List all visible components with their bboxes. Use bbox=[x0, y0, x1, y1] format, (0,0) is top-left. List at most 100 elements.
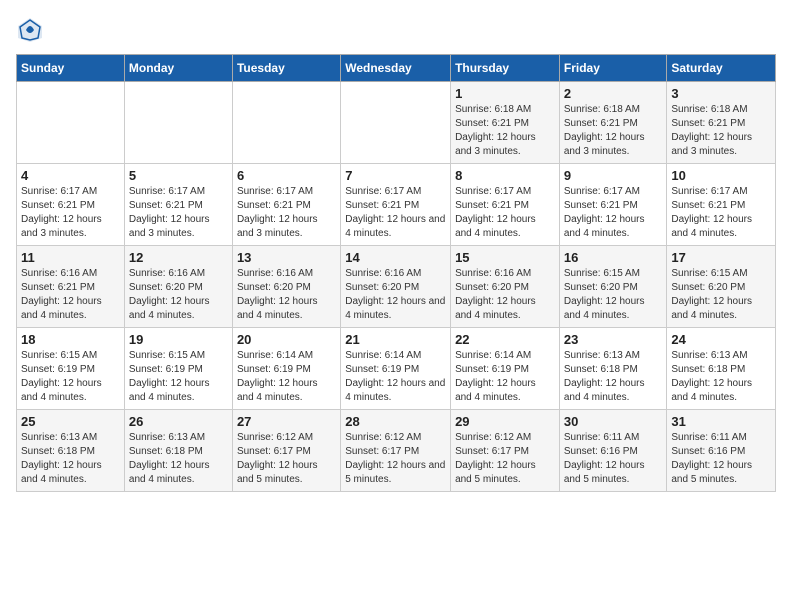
calendar-cell: 15 Sunrise: 6:16 AMSunset: 6:20 PMDayligh… bbox=[451, 246, 560, 328]
day-number: 11 bbox=[21, 250, 120, 265]
day-number: 24 bbox=[671, 332, 771, 347]
day-info: Sunrise: 6:14 AMSunset: 6:19 PMDaylight:… bbox=[237, 349, 336, 405]
day-info: Sunrise: 6:13 AMSunset: 6:18 PMDaylight:… bbox=[671, 349, 771, 405]
day-number: 7 bbox=[345, 168, 446, 183]
calendar-table: SundayMondayTuesdayWednesdayThursdayFrid… bbox=[16, 54, 776, 492]
calendar-cell: 3 Sunrise: 6:18 AMSunset: 6:21 PMDaylight… bbox=[667, 82, 776, 164]
weekday-header-tuesday: Tuesday bbox=[232, 55, 340, 82]
day-number: 27 bbox=[237, 414, 336, 429]
day-number: 20 bbox=[237, 332, 336, 347]
calendar-week-row: 11 Sunrise: 6:16 AMSunset: 6:21 PMDayligh… bbox=[17, 246, 776, 328]
day-info: Sunrise: 6:17 AMSunset: 6:21 PMDaylight:… bbox=[237, 185, 336, 241]
weekday-header-monday: Monday bbox=[124, 55, 232, 82]
calendar-cell bbox=[124, 82, 232, 164]
logo-icon bbox=[16, 16, 44, 44]
day-info: Sunrise: 6:13 AMSunset: 6:18 PMDaylight:… bbox=[564, 349, 663, 405]
day-info: Sunrise: 6:18 AMSunset: 6:21 PMDaylight:… bbox=[671, 103, 771, 159]
day-number: 30 bbox=[564, 414, 663, 429]
calendar-cell: 13 Sunrise: 6:16 AMSunset: 6:20 PMDayligh… bbox=[232, 246, 340, 328]
calendar-cell: 18Sunrise: 6:15 AMSunset: 6:19 PMDayligh… bbox=[17, 328, 125, 410]
day-info: Sunrise: 6:14 AMSunset: 6:19 PMDaylight:… bbox=[345, 349, 446, 405]
day-info: Sunrise: 6:14 AMSunset: 6:19 PMDaylight:… bbox=[455, 349, 555, 405]
day-number: 10 bbox=[671, 168, 771, 183]
day-number: 28 bbox=[345, 414, 446, 429]
day-number: 4 bbox=[21, 168, 120, 183]
day-info: Sunrise: 6:16 AMSunset: 6:20 PMDaylight:… bbox=[455, 267, 555, 323]
day-info: Sunrise: 6:15 AMSunset: 6:20 PMDaylight:… bbox=[671, 267, 771, 323]
day-info: Sunrise: 6:16 AMSunset: 6:20 PMDaylight:… bbox=[129, 267, 228, 323]
day-info: Sunrise: 6:17 AMSunset: 6:21 PMDaylight:… bbox=[345, 185, 446, 241]
day-info: Sunrise: 6:18 AMSunset: 6:21 PMDaylight:… bbox=[564, 103, 663, 159]
calendar-cell: 8 Sunrise: 6:17 AMSunset: 6:21 PMDaylight… bbox=[451, 164, 560, 246]
day-info: Sunrise: 6:17 AMSunset: 6:21 PMDaylight:… bbox=[21, 185, 120, 241]
calendar-cell: 14Sunrise: 6:16 AMSunset: 6:20 PMDayligh… bbox=[341, 246, 451, 328]
day-number: 26 bbox=[129, 414, 228, 429]
weekday-header-friday: Friday bbox=[559, 55, 667, 82]
weekday-header-sunday: Sunday bbox=[17, 55, 125, 82]
day-info: Sunrise: 6:11 AMSunset: 6:16 PMDaylight:… bbox=[564, 431, 663, 487]
day-info: Sunrise: 6:12 AMSunset: 6:17 PMDaylight:… bbox=[237, 431, 336, 487]
day-number: 22 bbox=[455, 332, 555, 347]
day-number: 6 bbox=[237, 168, 336, 183]
day-number: 31 bbox=[671, 414, 771, 429]
calendar-cell: 7 Sunrise: 6:17 AMSunset: 6:21 PMDaylight… bbox=[341, 164, 451, 246]
day-info: Sunrise: 6:12 AMSunset: 6:17 PMDaylight:… bbox=[345, 431, 446, 487]
calendar-week-row: 18Sunrise: 6:15 AMSunset: 6:19 PMDayligh… bbox=[17, 328, 776, 410]
day-info: Sunrise: 6:11 AMSunset: 6:16 PMDaylight:… bbox=[671, 431, 771, 487]
calendar-cell: 12 Sunrise: 6:16 AMSunset: 6:20 PMDayligh… bbox=[124, 246, 232, 328]
logo bbox=[16, 16, 48, 44]
day-number: 13 bbox=[237, 250, 336, 265]
day-info: Sunrise: 6:16 AMSunset: 6:21 PMDaylight:… bbox=[21, 267, 120, 323]
calendar-cell: 24 Sunrise: 6:13 AMSunset: 6:18 PMDayligh… bbox=[667, 328, 776, 410]
day-info: Sunrise: 6:17 AMSunset: 6:21 PMDaylight:… bbox=[129, 185, 228, 241]
day-info: Sunrise: 6:15 AMSunset: 6:19 PMDaylight:… bbox=[129, 349, 228, 405]
calendar-cell: 23 Sunrise: 6:13 AMSunset: 6:18 PMDayligh… bbox=[559, 328, 667, 410]
calendar-cell: 28 Sunrise: 6:12 AMSunset: 6:17 PMDayligh… bbox=[341, 410, 451, 492]
calendar-cell: 22 Sunrise: 6:14 AMSunset: 6:19 PMDayligh… bbox=[451, 328, 560, 410]
day-number: 1 bbox=[455, 86, 555, 101]
weekday-header-wednesday: Wednesday bbox=[341, 55, 451, 82]
calendar-cell: 26 Sunrise: 6:13 AMSunset: 6:18 PMDayligh… bbox=[124, 410, 232, 492]
calendar-cell bbox=[232, 82, 340, 164]
day-info: Sunrise: 6:16 AMSunset: 6:20 PMDaylight:… bbox=[237, 267, 336, 323]
calendar-week-row: 4 Sunrise: 6:17 AMSunset: 6:21 PMDaylight… bbox=[17, 164, 776, 246]
day-info: Sunrise: 6:17 AMSunset: 6:21 PMDaylight:… bbox=[671, 185, 771, 241]
day-number: 2 bbox=[564, 86, 663, 101]
calendar-cell: 11 Sunrise: 6:16 AMSunset: 6:21 PMDayligh… bbox=[17, 246, 125, 328]
calendar-cell bbox=[341, 82, 451, 164]
day-number: 17 bbox=[671, 250, 771, 265]
day-info: Sunrise: 6:15 AMSunset: 6:19 PMDaylight:… bbox=[21, 349, 120, 405]
day-number: 5 bbox=[129, 168, 228, 183]
day-number: 29 bbox=[455, 414, 555, 429]
day-number: 12 bbox=[129, 250, 228, 265]
calendar-cell: 10 Sunrise: 6:17 AMSunset: 6:21 PMDayligh… bbox=[667, 164, 776, 246]
day-info: Sunrise: 6:17 AMSunset: 6:21 PMDaylight:… bbox=[455, 185, 555, 241]
weekday-header-thursday: Thursday bbox=[451, 55, 560, 82]
calendar-cell: 9Sunrise: 6:17 AMSunset: 6:21 PMDaylight… bbox=[559, 164, 667, 246]
day-number: 9 bbox=[564, 168, 663, 183]
calendar-week-row: 25 Sunrise: 6:13 AMSunset: 6:18 PMDayligh… bbox=[17, 410, 776, 492]
day-number: 19 bbox=[129, 332, 228, 347]
weekday-header-saturday: Saturday bbox=[667, 55, 776, 82]
calendar-cell: 19 Sunrise: 6:15 AMSunset: 6:19 PMDayligh… bbox=[124, 328, 232, 410]
weekday-header-row: SundayMondayTuesdayWednesdayThursdayFrid… bbox=[17, 55, 776, 82]
day-number: 16 bbox=[564, 250, 663, 265]
calendar-cell: 1 Sunrise: 6:18 AMSunset: 6:21 PMDaylight… bbox=[451, 82, 560, 164]
day-info: Sunrise: 6:18 AMSunset: 6:21 PMDaylight:… bbox=[455, 103, 555, 159]
day-info: Sunrise: 6:13 AMSunset: 6:18 PMDaylight:… bbox=[129, 431, 228, 487]
day-number: 15 bbox=[455, 250, 555, 265]
day-number: 25 bbox=[21, 414, 120, 429]
day-number: 21 bbox=[345, 332, 446, 347]
day-number: 23 bbox=[564, 332, 663, 347]
calendar-cell: 29 Sunrise: 6:12 AMSunset: 6:17 PMDayligh… bbox=[451, 410, 560, 492]
day-info: Sunrise: 6:15 AMSunset: 6:20 PMDaylight:… bbox=[564, 267, 663, 323]
day-info: Sunrise: 6:12 AMSunset: 6:17 PMDaylight:… bbox=[455, 431, 555, 487]
calendar-cell: 20 Sunrise: 6:14 AMSunset: 6:19 PMDayligh… bbox=[232, 328, 340, 410]
calendar-cell: 6 Sunrise: 6:17 AMSunset: 6:21 PMDaylight… bbox=[232, 164, 340, 246]
calendar-cell: 17 Sunrise: 6:15 AMSunset: 6:20 PMDayligh… bbox=[667, 246, 776, 328]
day-number: 3 bbox=[671, 86, 771, 101]
day-info: Sunrise: 6:13 AMSunset: 6:18 PMDaylight:… bbox=[21, 431, 120, 487]
day-number: 8 bbox=[455, 168, 555, 183]
calendar-cell: 25 Sunrise: 6:13 AMSunset: 6:18 PMDayligh… bbox=[17, 410, 125, 492]
calendar-cell: 21 Sunrise: 6:14 AMSunset: 6:19 PMDayligh… bbox=[341, 328, 451, 410]
